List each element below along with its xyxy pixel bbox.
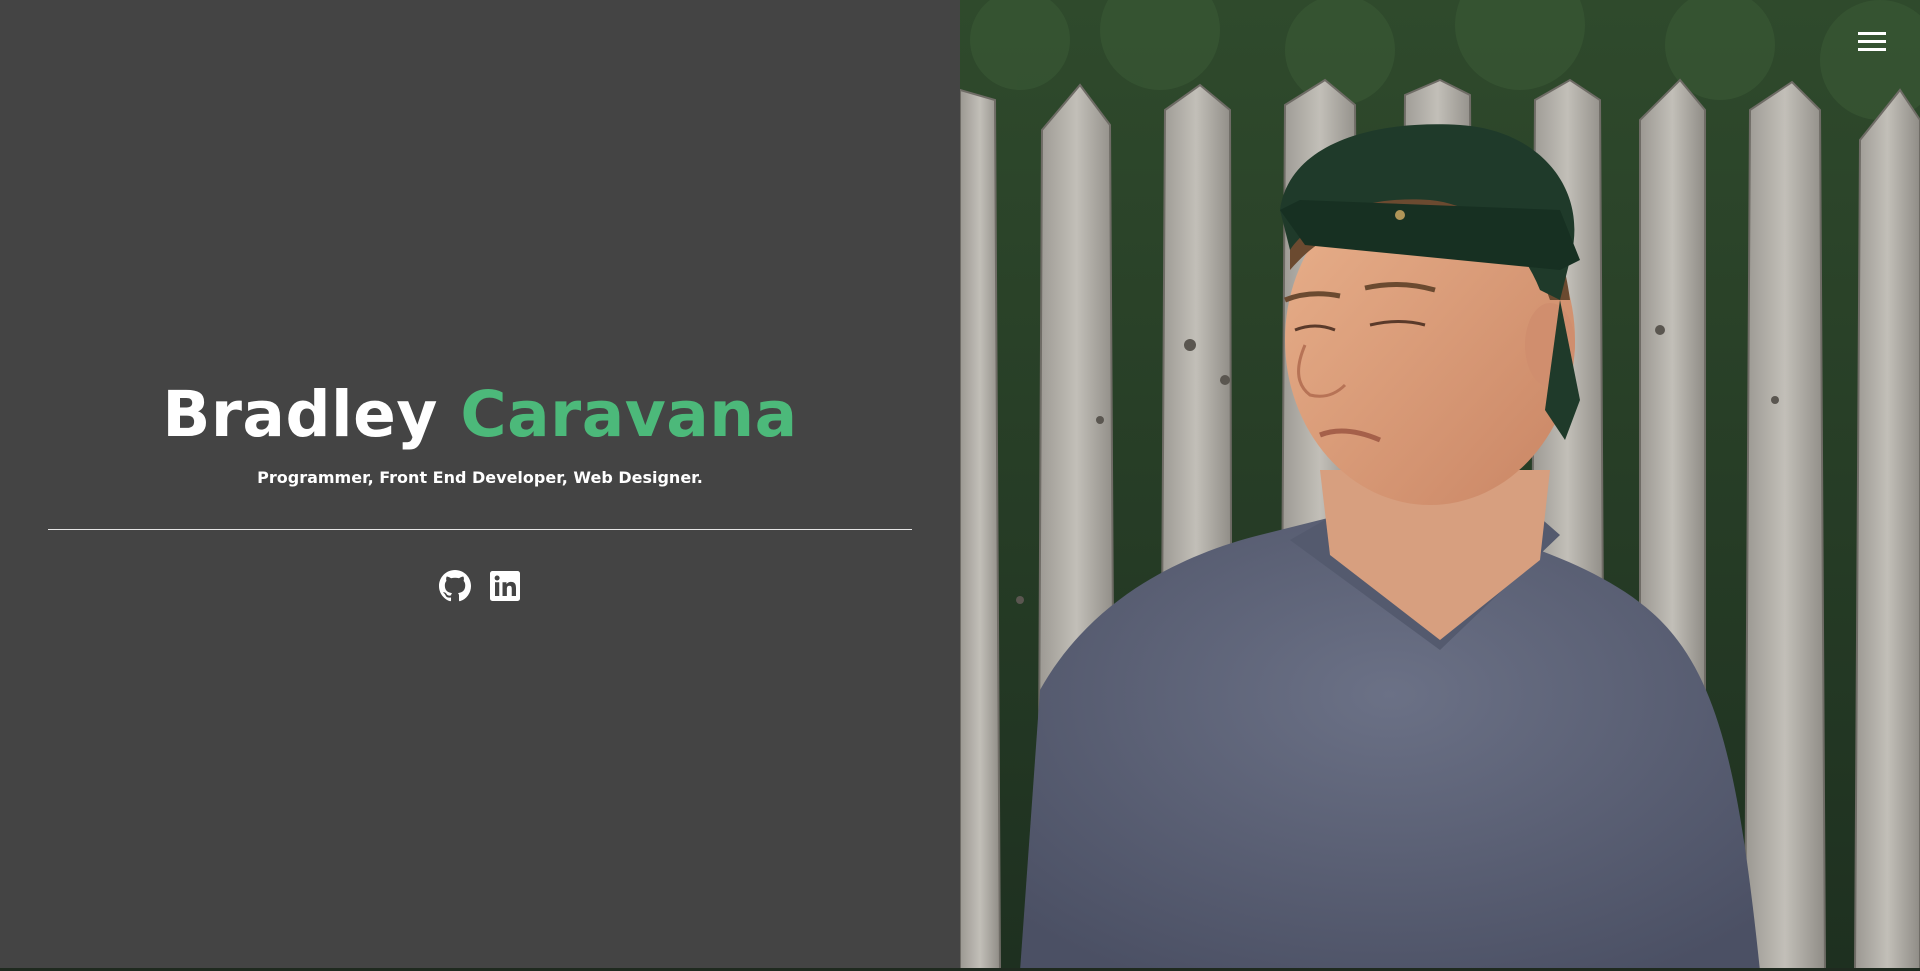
github-link[interactable]	[439, 570, 471, 602]
linkedin-icon	[490, 571, 520, 601]
hamburger-menu-icon-bar-3	[1858, 48, 1886, 51]
page: Bradley Caravana Programmer, Front End D…	[0, 0, 1920, 971]
divider	[48, 529, 912, 530]
profile-photo-panel	[960, 0, 1920, 971]
linkedin-link[interactable]	[489, 570, 521, 602]
intro-panel: Bradley Caravana Programmer, Front End D…	[0, 0, 960, 971]
hamburger-menu-icon-bar-1	[1858, 32, 1886, 35]
hamburger-menu-button[interactable]	[1858, 30, 1888, 52]
profile-photo	[960, 0, 1920, 971]
github-icon	[439, 570, 471, 602]
first-name: Bradley	[162, 378, 438, 451]
social-links	[0, 570, 960, 602]
page-title: Bradley Caravana	[0, 375, 960, 455]
tagline: Programmer, Front End Developer, Web Des…	[257, 468, 703, 487]
hamburger-menu-icon-bar-2	[1858, 40, 1886, 43]
last-name: Caravana	[460, 378, 798, 451]
